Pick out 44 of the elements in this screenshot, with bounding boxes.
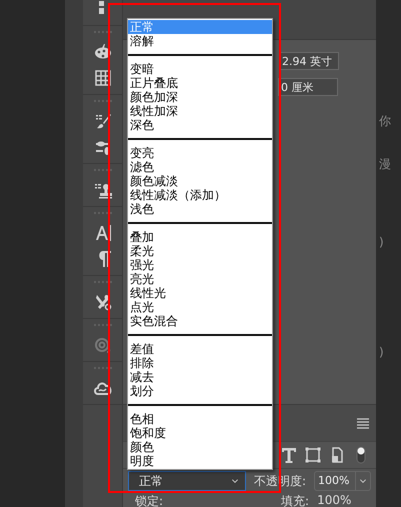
menu-item[interactable]: 明度: [128, 454, 272, 468]
offset-field[interactable]: 0 厘米: [278, 78, 338, 96]
palette-icon[interactable]: [94, 43, 112, 61]
menu-item[interactable]: 叠加: [128, 230, 272, 244]
menu-item[interactable]: 变亮: [128, 146, 272, 160]
brush-icon[interactable]: [94, 112, 112, 130]
menu-item[interactable]: 线性加深: [128, 104, 272, 118]
menu-item[interactable]: 变暗: [128, 62, 272, 76]
menu-item[interactable]: 正片叠底: [128, 76, 272, 90]
blend-mode-select[interactable]: 正常: [128, 471, 246, 491]
grid-icon[interactable]: [94, 69, 112, 87]
fill-field[interactable]: 100%: [317, 493, 352, 507]
side-text: ): [379, 345, 385, 359]
menu-item[interactable]: 溶解: [128, 34, 272, 48]
stamp-icon[interactable]: [94, 181, 112, 199]
side-text: 漫: [379, 156, 392, 173]
menu-item[interactable]: 色相: [128, 412, 272, 426]
menu-item[interactable]: 差值: [128, 342, 272, 356]
menu-item[interactable]: 强光: [128, 258, 272, 272]
menu-item[interactable]: 浅色: [128, 202, 272, 216]
tools-icon[interactable]: [94, 293, 112, 311]
shape-icon[interactable]: [304, 446, 322, 464]
fill-label: 填充:: [281, 493, 310, 507]
menu-item[interactable]: 饱和度: [128, 426, 272, 440]
menu-item[interactable]: 线性光: [128, 286, 272, 300]
side-text: ): [379, 235, 385, 249]
menu-item[interactable]: 划分: [128, 384, 272, 398]
menu-item[interactable]: 亮光: [128, 272, 272, 286]
size-field[interactable]: 2.94 英寸: [279, 52, 339, 70]
menu-item[interactable]: 排除: [128, 356, 272, 370]
side-text: 你: [379, 113, 392, 130]
menu-item[interactable]: 线性减淡（添加）: [128, 188, 272, 202]
character-icon[interactable]: [94, 224, 112, 242]
lock-label: 锁定:: [135, 493, 164, 507]
menu-item[interactable]: 滤色: [128, 160, 272, 174]
menu-item[interactable]: 减去: [128, 370, 272, 384]
menu-item[interactable]: 实色混合: [128, 314, 272, 328]
menu-item[interactable]: 颜色加深: [128, 90, 272, 104]
menu-item[interactable]: 颜色减淡: [128, 174, 272, 188]
menu-item[interactable]: 深色: [128, 118, 272, 132]
menu-item[interactable]: 点光: [128, 300, 272, 314]
menu-item[interactable]: 柔光: [128, 244, 272, 258]
type-icon[interactable]: [280, 446, 298, 464]
menu-item[interactable]: 颜色: [128, 440, 272, 454]
